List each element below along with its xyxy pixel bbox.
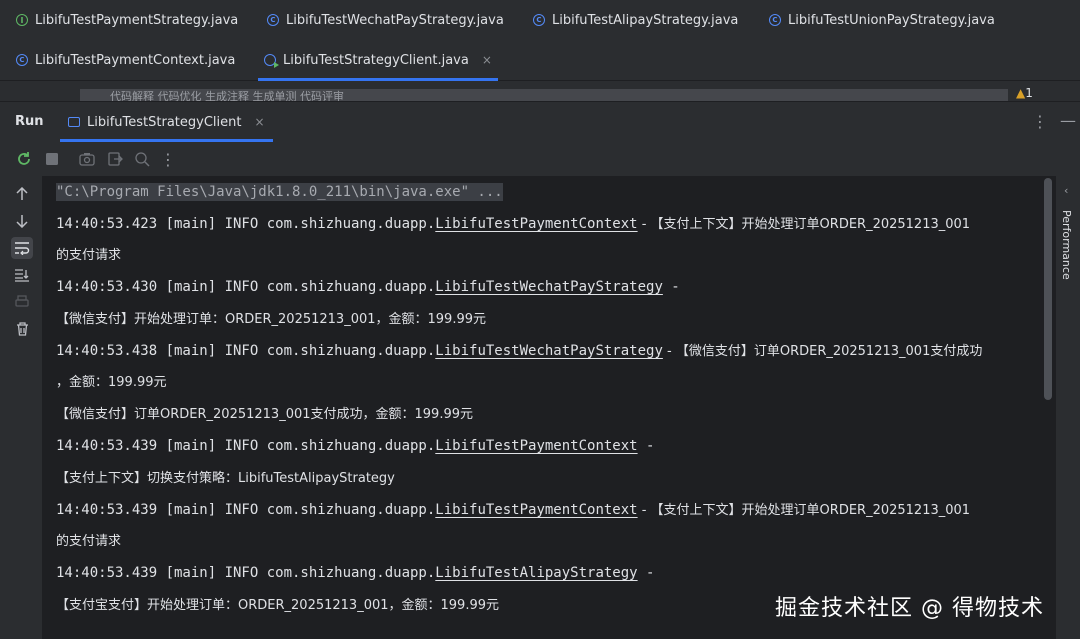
log-prefix: 14:40:53.439 [main] INFO com.shizhuang.d… bbox=[56, 502, 436, 518]
chevron-left-icon[interactable]: ‹ bbox=[1064, 184, 1068, 197]
log-wrap: ，金额：199.99元 bbox=[56, 375, 167, 390]
console-line: 14:40:53.439 [main] INFO com.shizhuang.d… bbox=[56, 436, 654, 456]
log-message: - 【微信支付】订单ORDER_20251213_001支付成功 bbox=[662, 344, 983, 359]
log-wrap: 的支付请求 bbox=[56, 534, 122, 549]
log-wrap: 【支付上下文】切换支付策略：LibifuTestAlipayStrategy bbox=[56, 471, 395, 486]
run-panel-title: Run bbox=[15, 114, 44, 129]
tab-strategy-client[interactable]: LibifuTestStrategyClient.java × bbox=[258, 40, 498, 81]
log-message: - bbox=[637, 565, 655, 581]
console-line: 【微信支付】开始处理订单：ORDER_20251213_001，金额：199.9… bbox=[56, 309, 486, 330]
arrow-up-icon[interactable] bbox=[11, 183, 33, 205]
log-prefix: 14:40:53.430 [main] INFO com.shizhuang.d… bbox=[56, 279, 436, 295]
tab-label: LibifuTestAlipayStrategy.java bbox=[552, 12, 739, 28]
editor-tab-row-2: C LibifuTestPaymentContext.java LibifuTe… bbox=[0, 40, 1080, 81]
scrollbar-thumb[interactable] bbox=[1044, 178, 1052, 400]
tab-wechat-pay-strategy[interactable]: C LibifuTestWechatPayStrategy.java bbox=[267, 0, 504, 40]
settings-search-icon[interactable] bbox=[132, 149, 152, 169]
run-toolbar: ⋮ bbox=[0, 142, 1080, 176]
tab-label: LibifuTestStrategyClient.java bbox=[283, 52, 469, 68]
trash-icon[interactable] bbox=[11, 318, 33, 340]
tab-label: LibifuTestPaymentStrategy.java bbox=[35, 12, 239, 28]
right-tool-strip: ‹ Performance bbox=[1056, 176, 1080, 639]
console-line: "C:\Program Files\Java\jdk1.8.0_211\bin\… bbox=[56, 182, 503, 202]
log-wrap: 【微信支付】开始处理订单：ORDER_20251213_001，金额：199.9… bbox=[56, 312, 486, 327]
console-line: 【微信支付】订单ORDER_20251213_001支付成功，金额：199.99… bbox=[56, 404, 473, 425]
class-link[interactable]: LibifuTestWechatPayStrategy bbox=[435, 343, 663, 359]
stdout-message: 【微信支付】订单ORDER_20251213_001支付成功，金额：199.99… bbox=[56, 407, 473, 422]
class-link[interactable]: LibifuTestWechatPayStrategy bbox=[435, 279, 663, 295]
performance-panel-toggle[interactable]: Performance bbox=[1060, 210, 1073, 280]
more-icon[interactable]: ⋮ bbox=[158, 149, 178, 169]
close-icon[interactable]: × bbox=[482, 53, 492, 67]
ai-actions[interactable]: 代码解释 代码优化 生成注释 生成单测 代码评审 bbox=[110, 89, 344, 101]
editor-tab-row-1: I LibifuTestPaymentStrategy.java C Libif… bbox=[0, 0, 1080, 41]
tab-payment-strategy[interactable]: I LibifuTestPaymentStrategy.java bbox=[16, 0, 238, 40]
close-icon[interactable]: × bbox=[254, 115, 264, 129]
console-line: 14:40:53.438 [main] INFO com.shizhuang.d… bbox=[56, 341, 982, 362]
run-panel-header: Run LibifuTestStrategyClient × ⋮ — bbox=[0, 101, 1080, 142]
arrow-down-icon[interactable] bbox=[11, 210, 33, 232]
log-message: - 【支付上下文】开始处理订单ORDER_20251213_001 bbox=[637, 217, 971, 232]
console-line: 【支付上下文】切换支付策略：LibifuTestAlipayStrategy bbox=[56, 468, 395, 489]
console-scrollbar[interactable] bbox=[1042, 176, 1054, 639]
tab-label: LibifuTestPaymentContext.java bbox=[35, 52, 236, 68]
minimize-icon[interactable]: — bbox=[1060, 111, 1076, 130]
soft-wrap-icon[interactable] bbox=[11, 237, 33, 259]
ai-action-strip: 代码解释 代码优化 生成注释 生成单测 代码评审 bbox=[0, 81, 1080, 101]
console-line: 14:40:53.439 [main] INFO com.shizhuang.d… bbox=[56, 563, 654, 583]
class-link[interactable]: LibifuTestPaymentContext bbox=[435, 438, 637, 454]
print-icon[interactable] bbox=[11, 291, 33, 313]
tab-label: LibifuTestUnionPayStrategy.java bbox=[788, 12, 995, 28]
console-line: 【支付宝支付】开始处理订单：ORDER_20251213_001，金额：199.… bbox=[56, 595, 499, 616]
run-config-tab[interactable]: LibifuTestStrategyClient × bbox=[60, 102, 273, 142]
ai-action-bar: 代码解释 代码优化 生成注释 生成单测 代码评审 bbox=[80, 89, 1008, 101]
console-line: 14:40:53.423 [main] INFO com.shizhuang.d… bbox=[56, 214, 970, 235]
command-line: "C:\Program Files\Java\jdk1.8.0_211\bin\… bbox=[56, 183, 503, 201]
class-icon: C bbox=[267, 14, 279, 26]
console-gutter bbox=[0, 176, 42, 639]
log-prefix: 14:40:53.439 [main] INFO com.shizhuang.d… bbox=[56, 565, 436, 581]
tab-payment-context[interactable]: C LibifuTestPaymentContext.java bbox=[16, 40, 235, 80]
class-icon: C bbox=[533, 14, 545, 26]
stop-icon[interactable] bbox=[42, 149, 62, 169]
runnable-class-icon bbox=[264, 54, 279, 68]
log-message: - bbox=[637, 438, 655, 454]
camera-icon[interactable] bbox=[77, 149, 97, 169]
exit-icon[interactable] bbox=[105, 149, 125, 169]
watermark: 掘金技术社区 @ 得物技术 bbox=[775, 596, 1044, 621]
log-prefix: 14:40:53.439 [main] INFO com.shizhuang.d… bbox=[56, 438, 436, 454]
class-link[interactable]: LibifuTestAlipayStrategy bbox=[435, 565, 637, 581]
log-wrap: 的支付请求 bbox=[56, 248, 122, 263]
more-options-icon[interactable]: ⋮ bbox=[1032, 112, 1048, 131]
tab-unionpay-strategy[interactable]: C LibifuTestUnionPayStrategy.java bbox=[769, 0, 995, 40]
class-icon: C bbox=[769, 14, 781, 26]
log-message: - 【支付上下文】开始处理订单ORDER_20251213_001 bbox=[637, 503, 971, 518]
log-prefix: 14:40:53.423 [main] INFO com.shizhuang.d… bbox=[56, 216, 436, 232]
class-link[interactable]: LibifuTestPaymentContext bbox=[435, 502, 637, 518]
console-line: 14:40:53.430 [main] INFO com.shizhuang.d… bbox=[56, 277, 680, 297]
log-prefix: 14:40:53.438 [main] INFO com.shizhuang.d… bbox=[56, 343, 436, 359]
class-icon: C bbox=[16, 54, 28, 66]
console-line: 的支付请求 bbox=[56, 245, 121, 266]
console-window-icon bbox=[68, 117, 80, 127]
console-line: 的支付请求 bbox=[56, 531, 121, 552]
log-wrap: 【支付宝支付】开始处理订单：ORDER_20251213_001，金额：199.… bbox=[56, 598, 499, 613]
warning-count: 1 bbox=[1025, 86, 1033, 100]
rerun-icon[interactable] bbox=[14, 149, 34, 169]
console-line: ，金额：199.99元 bbox=[56, 372, 167, 393]
class-link[interactable]: LibifuTestPaymentContext bbox=[435, 216, 637, 232]
warning-indicator[interactable]: ▲1 bbox=[1016, 86, 1033, 100]
run-tab-label: LibifuTestStrategyClient bbox=[87, 114, 242, 130]
tab-label: LibifuTestWechatPayStrategy.java bbox=[286, 12, 504, 28]
console-line: 14:40:53.439 [main] INFO com.shizhuang.d… bbox=[56, 500, 970, 521]
interface-icon: I bbox=[16, 14, 28, 26]
console-output[interactable]: "C:\Program Files\Java\jdk1.8.0_211\bin\… bbox=[42, 176, 1042, 639]
log-message: - bbox=[662, 279, 680, 295]
tab-alipay-strategy[interactable]: C LibifuTestAlipayStrategy.java bbox=[533, 0, 738, 40]
scroll-to-end-icon[interactable] bbox=[11, 264, 33, 286]
